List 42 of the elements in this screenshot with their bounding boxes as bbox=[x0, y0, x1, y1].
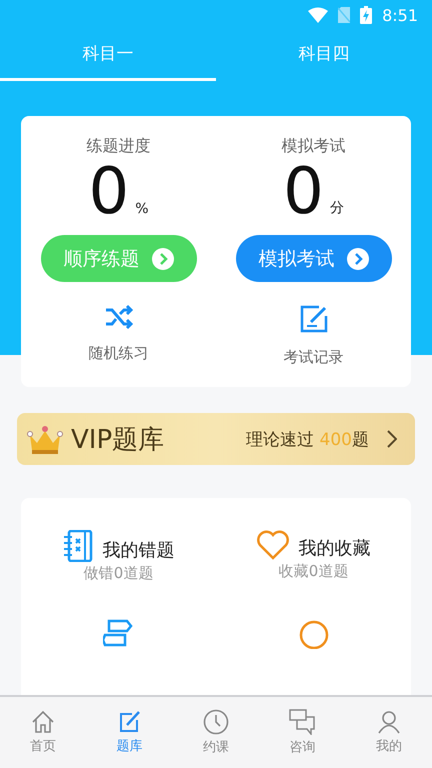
nav-tab[interactable]: 咨询 bbox=[259, 697, 346, 768]
vip-subtitle: 理论速过 400题 bbox=[246, 428, 369, 450]
notebook-icon[interactable] bbox=[62, 530, 92, 562]
feature-subtitle: 收藏0道题 bbox=[278, 562, 348, 581]
crown-icon bbox=[27, 423, 63, 455]
chevron-circle-icon bbox=[152, 248, 174, 270]
no-sim-icon bbox=[338, 7, 350, 23]
stat-label: 模拟考试 bbox=[282, 136, 346, 157]
home-icon bbox=[31, 710, 56, 734]
vip-title: VIP题库 bbox=[71, 424, 166, 456]
user-icon bbox=[376, 710, 401, 734]
nav-tab[interactable]: 约课 bbox=[172, 697, 260, 768]
shortcut-label[interactable]: 随机练习 bbox=[88, 344, 148, 363]
wifi-icon bbox=[308, 7, 328, 23]
battery-icon bbox=[360, 6, 372, 24]
stat-value: 0 bbox=[88, 159, 130, 225]
shuffle-icon[interactable] bbox=[104, 304, 134, 330]
stat-value: 0 bbox=[283, 159, 324, 225]
stat-unit: 分 bbox=[330, 199, 344, 217]
chevron-circle-icon bbox=[346, 248, 368, 270]
heart-icon[interactable] bbox=[256, 530, 288, 560]
nav-tab[interactable]: 首页 bbox=[0, 697, 86, 768]
vip-banner[interactable]: VIP题库 理论速过 400题 bbox=[17, 413, 415, 465]
nav-tab[interactable]: 我的 bbox=[346, 697, 432, 768]
subject-tab[interactable]: 科目一 bbox=[0, 30, 216, 81]
practice-button[interactable]: 模拟考试 bbox=[236, 235, 392, 282]
feature-subtitle: 做错0道题 bbox=[84, 564, 154, 583]
edit-icon bbox=[118, 710, 142, 734]
nav-tab[interactable]: 题库 bbox=[86, 697, 173, 768]
feature-title[interactable]: 我的错题 bbox=[102, 538, 174, 562]
clock-icon bbox=[203, 709, 230, 735]
stat-label: 练题进度 bbox=[86, 136, 150, 157]
status-time: 8:51 bbox=[382, 6, 418, 24]
subject-tab[interactable]: 科目四 bbox=[216, 30, 432, 81]
chevron-right-icon bbox=[387, 430, 397, 448]
stat-unit: % bbox=[135, 201, 149, 217]
signpost-icon[interactable] bbox=[102, 619, 134, 649]
practice-button[interactable]: 顺序练题 bbox=[40, 235, 196, 282]
shortcut-label[interactable]: 考试记录 bbox=[284, 348, 344, 367]
chat-icon bbox=[289, 709, 316, 735]
feature-title[interactable]: 我的收藏 bbox=[298, 536, 370, 560]
edit-icon[interactable] bbox=[298, 304, 328, 334]
